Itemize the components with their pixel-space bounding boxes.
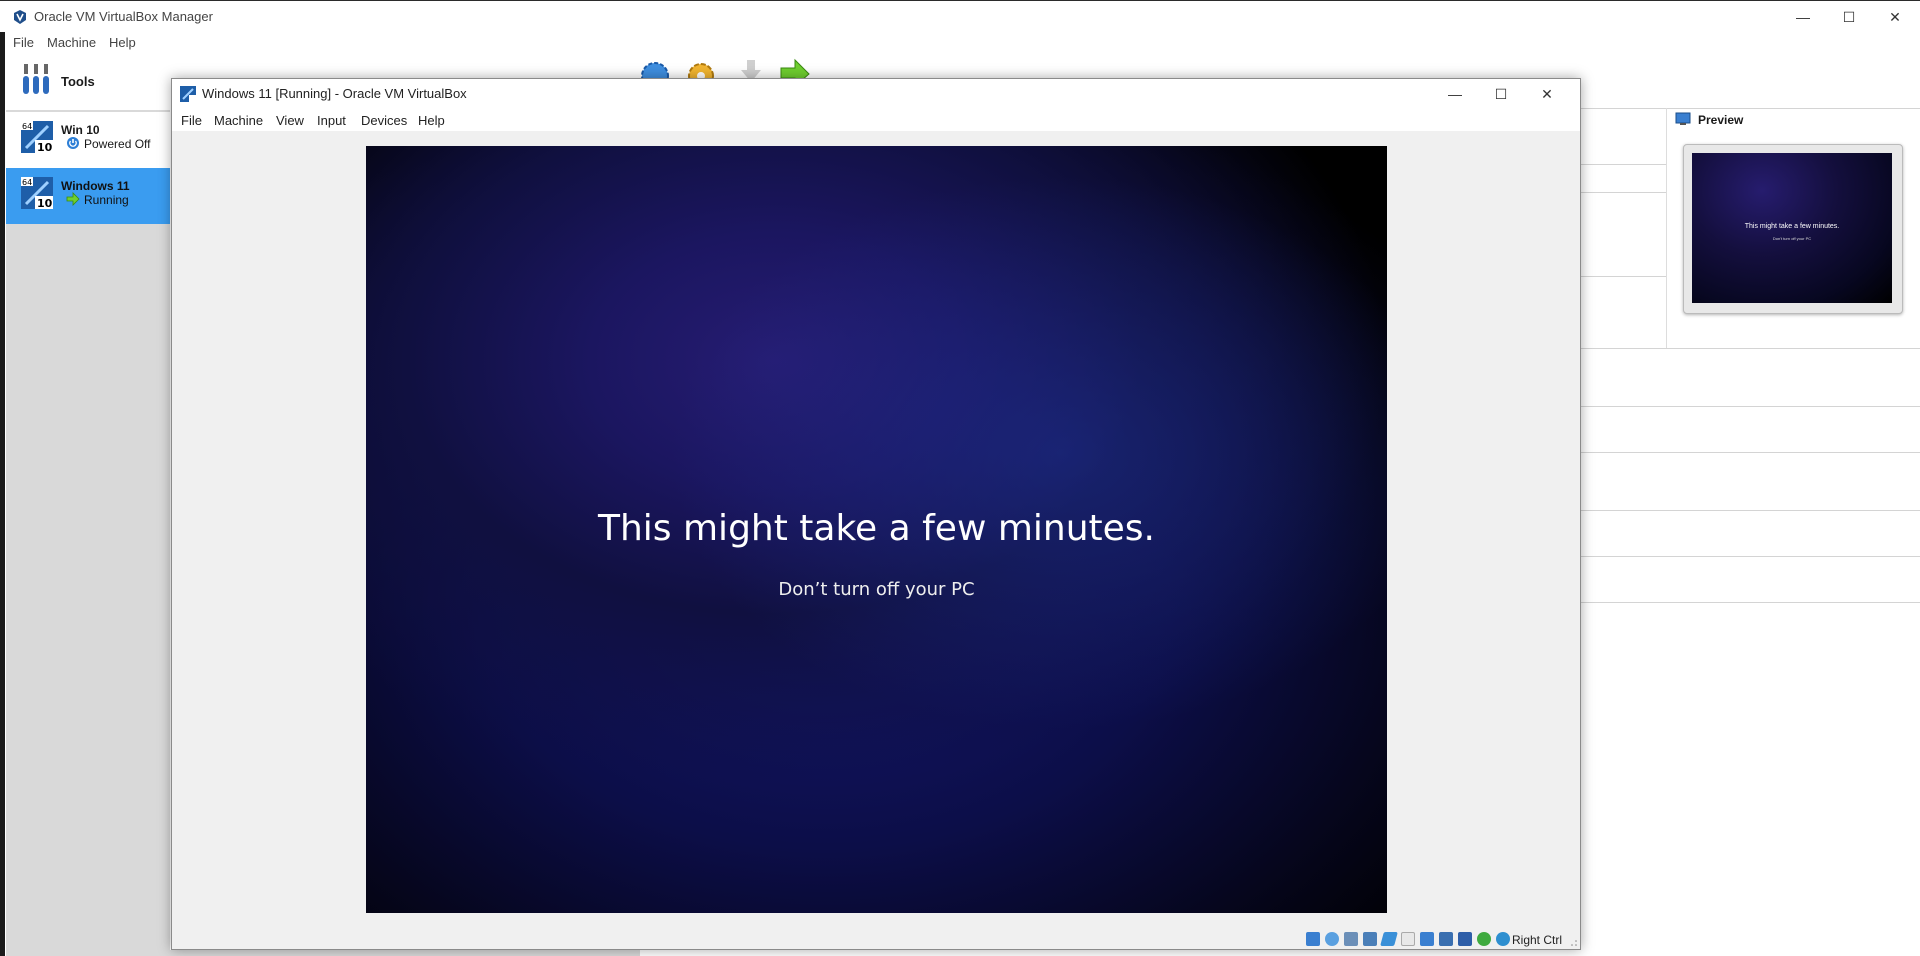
manager-menu-help[interactable]: Help <box>109 35 136 50</box>
hard-disk-icon[interactable] <box>1306 932 1320 946</box>
details-divider <box>1580 164 1666 165</box>
shared-folders-icon[interactable] <box>1401 932 1415 946</box>
svg-text:64: 64 <box>22 122 32 131</box>
vm-menu-view[interactable]: View <box>276 113 304 128</box>
vm-close-button[interactable]: ✕ <box>1524 78 1570 110</box>
vm-menu-help[interactable]: Help <box>418 113 445 128</box>
running-arrow-icon <box>66 192 80 206</box>
details-divider <box>1580 406 1920 407</box>
manager-minimize-button[interactable]: — <box>1780 1 1826 33</box>
vm-window-title: Windows 11 [Running] - Oracle VM Virtual… <box>202 86 467 101</box>
vm-menu-input[interactable]: Input <box>317 113 346 128</box>
details-divider <box>1580 602 1920 603</box>
vm-item-windows11[interactable]: 64 10 Windows 11 Running <box>6 168 170 224</box>
vm-name: Windows 11 <box>61 179 130 193</box>
usb-icon[interactable] <box>1380 932 1398 946</box>
manager-titlebar: Oracle VM VirtualBox Manager — ☐ ✕ <box>0 0 1920 32</box>
details-divider <box>1580 556 1920 557</box>
display-icon[interactable] <box>1420 932 1434 946</box>
vm-name: Win 10 <box>61 123 100 137</box>
manager-maximize-button[interactable]: ☐ <box>1826 1 1872 33</box>
virtualbox-logo-icon <box>14 10 26 24</box>
vm-list-bottom <box>170 950 640 956</box>
vm-os-icon: 64 10 <box>21 121 53 154</box>
manager-close-button[interactable]: ✕ <box>1872 1 1918 33</box>
manager-title: Oracle VM VirtualBox Manager <box>34 9 213 24</box>
preview-thumbnail[interactable]: This might take a few minutes. Don't tur… <box>1683 144 1903 314</box>
tools-icon <box>23 64 49 94</box>
vm-minimize-button[interactable]: — <box>1432 78 1478 110</box>
host-key-label: Right Ctrl <box>1511 933 1562 947</box>
audio-icon[interactable] <box>1344 932 1358 946</box>
tools-label: Tools <box>61 74 95 89</box>
preview-screen: This might take a few minutes. Don't tur… <box>1692 153 1892 303</box>
power-off-icon <box>67 137 79 149</box>
mouse-integration-icon[interactable] <box>1477 932 1491 946</box>
guest-sub-message: Don’t turn off your PC <box>778 579 975 600</box>
tools-item[interactable]: Tools <box>6 52 169 110</box>
resize-grip-icon[interactable] <box>1570 939 1578 947</box>
details-divider <box>1580 452 1920 453</box>
guest-main-message: This might take a few minutes. <box>597 508 1155 549</box>
vm-status-bar: Right Ctrl <box>172 925 1580 949</box>
manager-menu-file[interactable]: File <box>13 35 34 50</box>
vm-list <box>6 110 170 956</box>
manager-menu-machine[interactable]: Machine <box>47 35 96 50</box>
keyboard-capture-icon[interactable] <box>1496 932 1510 946</box>
vm-window-icon <box>180 86 196 102</box>
vm-state: Running <box>84 193 129 207</box>
virtualization-icon[interactable] <box>1458 932 1472 946</box>
vm-titlebar: Windows 11 [Running] - Oracle VM Virtual… <box>172 79 1580 109</box>
details-divider <box>1580 192 1666 193</box>
optical-drive-icon[interactable] <box>1325 932 1339 946</box>
desktop-edge <box>0 0 5 956</box>
guest-display[interactable]: This might take a few minutes. Don’t tur… <box>366 146 1387 913</box>
vm-os-icon: 64 10 <box>21 177 53 210</box>
svg-text:64: 64 <box>22 178 32 187</box>
details-divider <box>1580 348 1920 349</box>
vm-menu-devices[interactable]: Devices <box>361 113 407 128</box>
preview-sub-text: Don't turn off your PC <box>1772 236 1812 241</box>
vm-menu-machine[interactable]: Machine <box>214 113 263 128</box>
network-icon[interactable] <box>1363 932 1377 946</box>
vm-window: Windows 11 [Running] - Oracle VM Virtual… <box>171 78 1581 950</box>
preview-title: Preview <box>1698 113 1744 127</box>
preview-monitor-icon <box>1675 112 1691 125</box>
manager-menubar: File Machine Help <box>0 32 640 52</box>
vm-menu-file[interactable]: File <box>181 113 202 128</box>
details-divider <box>1580 510 1920 511</box>
preview-main-text: This might take a few minutes. <box>1744 223 1840 230</box>
vm-state: Powered Off <box>84 137 151 151</box>
vm-maximize-button[interactable]: ☐ <box>1478 78 1524 110</box>
vm-menubar: File Machine View Input Devices Help <box>172 109 1580 131</box>
vm-item-win10[interactable]: 64 10 Win 10 Powered Off <box>6 112 170 168</box>
svg-text:10: 10 <box>37 141 53 154</box>
details-divider <box>1580 276 1666 277</box>
svg-text:10: 10 <box>37 197 53 210</box>
video-capture-icon[interactable] <box>1439 932 1453 946</box>
